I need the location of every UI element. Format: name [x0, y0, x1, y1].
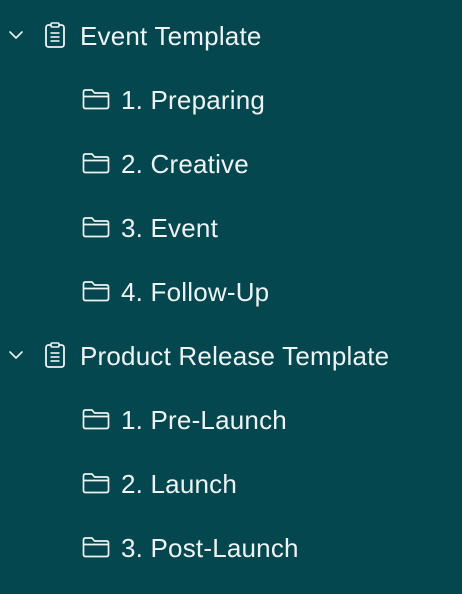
tree-item-label: 2. Launch: [121, 469, 238, 499]
tree-item-label: 3. Post-Launch: [121, 533, 299, 563]
tree-item-label: 3. Event: [121, 213, 218, 243]
tree-item-preparing[interactable]: 1. Preparing: [0, 66, 462, 130]
folder-icon: [82, 216, 110, 238]
tree-item-event[interactable]: 3. Event: [0, 194, 462, 258]
document-icon: [44, 342, 66, 368]
tree-item-follow-up[interactable]: 4. Follow-Up: [0, 258, 462, 322]
tree-item-post-launch[interactable]: 3. Post-Launch: [0, 514, 462, 578]
folder-icon: [82, 88, 110, 110]
tree-item-pre-launch[interactable]: 1. Pre-Launch: [0, 386, 462, 450]
chevron-down-icon[interactable]: [8, 347, 24, 363]
folder-icon: [82, 536, 110, 558]
tree-item-launch[interactable]: 2. Launch: [0, 450, 462, 514]
tree-group-label: Product Release Template: [80, 341, 390, 371]
document-icon: [44, 22, 66, 48]
tree-item-creative[interactable]: 2. Creative: [0, 130, 462, 194]
folder-icon: [82, 152, 110, 174]
tree-group-event-template[interactable]: Event Template: [0, 2, 462, 66]
chevron-down-icon[interactable]: [8, 27, 24, 43]
tree-group-label: Event Template: [80, 21, 262, 51]
folder-icon: [82, 408, 110, 430]
tree-item-label: 4. Follow-Up: [121, 277, 270, 307]
folder-icon: [82, 472, 110, 494]
tree-item-label: 1. Preparing: [121, 85, 266, 115]
tree-item-label: 1. Pre-Launch: [121, 405, 287, 435]
tree-group-product-release-template[interactable]: Product Release Template: [0, 322, 462, 386]
tree-item-label: 2. Creative: [121, 149, 249, 179]
template-tree: Event Template 1. Preparing 2. Creative …: [0, 0, 462, 594]
folder-icon: [82, 280, 110, 302]
